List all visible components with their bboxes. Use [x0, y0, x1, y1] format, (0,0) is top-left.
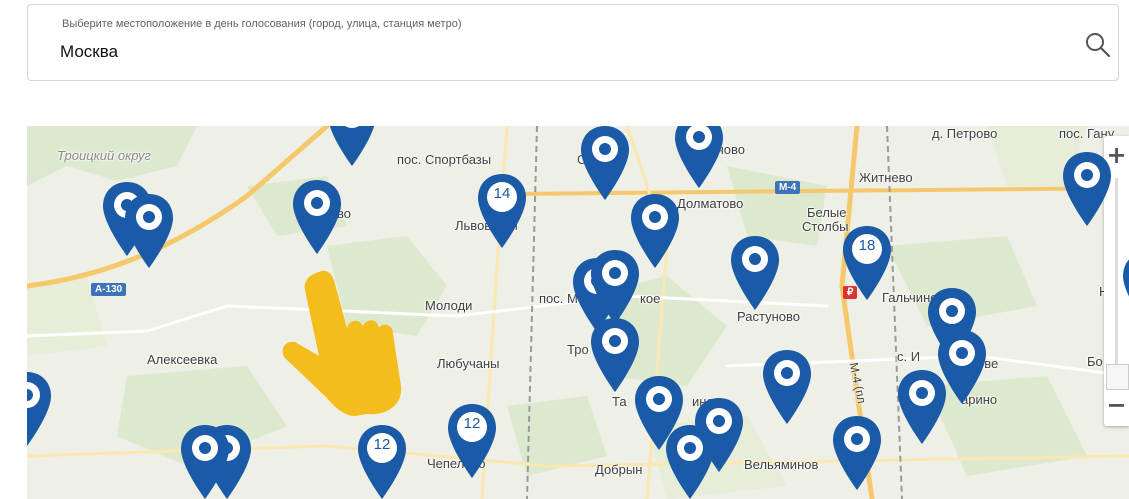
map-pin[interactable] [291, 178, 343, 256]
pointing-hand-icon [282, 270, 402, 416]
map-pin-icon [833, 416, 881, 490]
search-hint-label: Выберите местоположение в день голосован… [62, 18, 462, 30]
map-pin-icon [125, 194, 173, 268]
road-badge: A-130 [91, 283, 127, 296]
map-pin-icon [329, 126, 375, 166]
map-pin[interactable] [831, 414, 883, 492]
place-label: Молоди [425, 298, 473, 313]
zoom-out-button[interactable]: − [1104, 388, 1129, 422]
place-label: Тро [567, 342, 589, 357]
map-pin[interactable] [664, 423, 716, 499]
place-label: с. И [897, 349, 921, 364]
map-pin-icon [843, 226, 891, 300]
map-pin-count: 12 [463, 415, 481, 432]
map-pin-icon [358, 425, 406, 499]
map-pin[interactable]: 12 [446, 402, 498, 480]
map-pin[interactable]: 12 [356, 423, 408, 499]
map-pin-icon [591, 250, 639, 324]
map-pin[interactable] [27, 370, 53, 448]
map-pin[interactable] [579, 126, 631, 202]
road-badge: M-4 [775, 181, 801, 194]
map-pin-icon [898, 370, 946, 444]
map-pin-icon [478, 174, 526, 248]
map-pin[interactable] [1061, 150, 1113, 228]
place-label: д. Петрово [932, 126, 998, 141]
map-pin[interactable] [179, 423, 231, 499]
place-label: Добрын [595, 462, 643, 477]
map-pin[interactable] [729, 234, 781, 312]
zoom-slider-handle[interactable] [1106, 364, 1129, 390]
map-pin-count: 12 [373, 436, 391, 453]
map-pin-count: 14 [493, 185, 511, 202]
map-pin-icon [1063, 152, 1111, 226]
map-pin-icon [581, 126, 629, 200]
map-pin-icon [448, 404, 496, 478]
search-icon[interactable] [1084, 31, 1112, 59]
map-pin[interactable] [589, 248, 641, 326]
map-pin[interactable]: 18 [841, 224, 893, 302]
map-pin-icon [675, 126, 723, 188]
map-pin-icon [666, 425, 714, 499]
place-label: Бо [1087, 354, 1103, 369]
search-input[interactable]: Москва [60, 42, 118, 62]
map-pin-icon [181, 425, 229, 499]
place-label: Троицкий округ [57, 148, 151, 163]
zoom-slider-track[interactable] [1115, 178, 1118, 388]
map-pin[interactable] [123, 192, 175, 270]
location-search-box[interactable]: Выберите местоположение в день голосован… [27, 4, 1119, 81]
map-pin[interactable] [1121, 250, 1129, 328]
map-pin-icon [763, 350, 811, 424]
map-view[interactable]: Троицкий округ пос. Спортбазы д. Петрово… [27, 126, 1129, 499]
place-label: Долматово [677, 196, 744, 211]
place-label: кое [640, 291, 661, 306]
place-label: Вельяминов [744, 457, 819, 472]
place-label: Та [612, 394, 627, 409]
map-pin[interactable] [673, 126, 725, 190]
place-label: пос. Спортбазы [397, 152, 492, 167]
map-pin[interactable]: 14 [476, 172, 528, 250]
place-label: Житнево [859, 170, 913, 185]
map-pin-icon [27, 372, 51, 446]
map-pin[interactable] [896, 368, 948, 446]
map-pin-icon [293, 180, 341, 254]
place-label: Любучаны [437, 356, 500, 371]
map-pin[interactable] [761, 348, 813, 426]
map-pin-icon [1123, 259, 1129, 297]
map-pin-icon [731, 236, 779, 310]
map-pin[interactable] [326, 126, 378, 168]
map-pin-count: 18 [858, 237, 876, 254]
place-label: Алексеевка [147, 352, 218, 367]
place-label: Белые [807, 205, 847, 220]
